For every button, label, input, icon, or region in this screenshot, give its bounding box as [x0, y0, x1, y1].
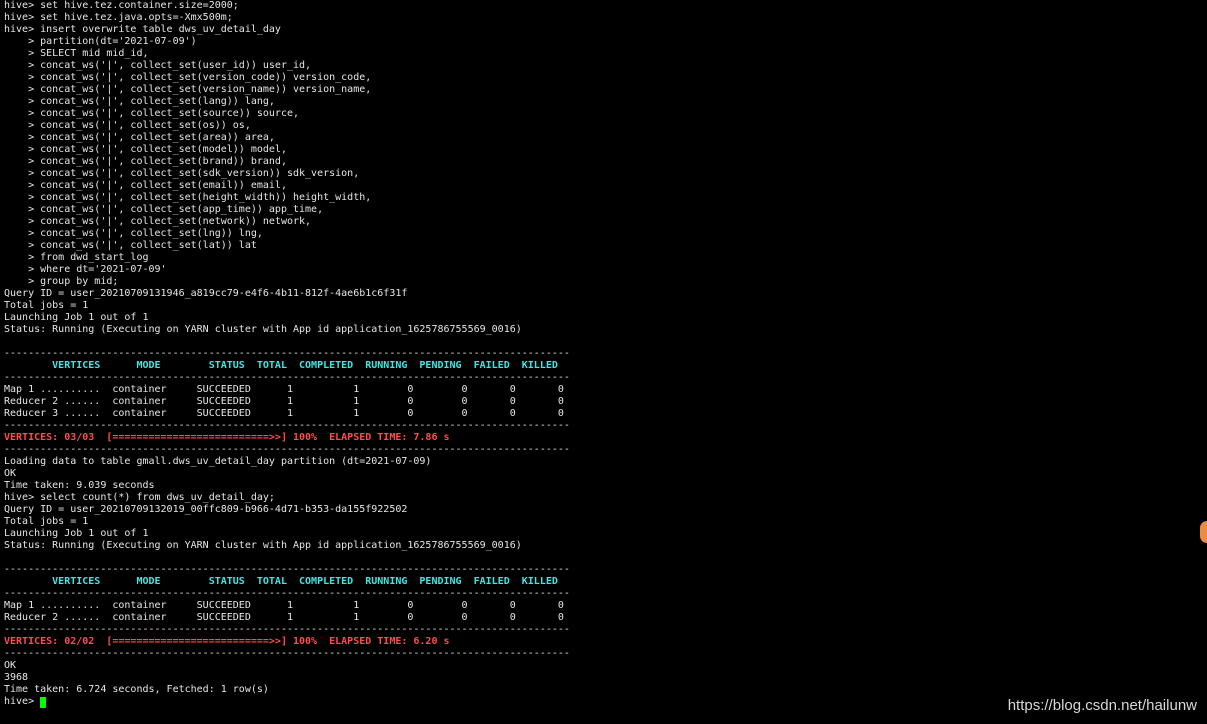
terminal-line: > concat_ws('|', collect_set(area)) area… [4, 132, 275, 143]
terminal-line: > group by mid; [4, 276, 119, 287]
edge-tab-icon [1200, 521, 1207, 543]
terminal-line: > partition(dt='2021-07-09') [4, 36, 197, 47]
terminal-line: > concat_ws('|', collect_set(email)) ema… [4, 180, 287, 191]
terminal-line: OK [4, 660, 17, 671]
terminal-line: ----------------------------------------… [4, 648, 570, 659]
terminal-line: Status: Running (Executing on YARN clust… [4, 324, 522, 335]
cursor-icon [40, 697, 47, 708]
prompt-text: hive> [4, 696, 41, 707]
terminal-line: > concat_ws('|', collect_set(model)) mod… [4, 144, 287, 155]
terminal-line: VERTICES: 03/03 [=======================… [4, 432, 450, 443]
terminal-line: Total jobs = 1 [4, 516, 89, 527]
terminal-line: ----------------------------------------… [4, 624, 570, 635]
terminal-line: ----------------------------------------… [4, 420, 570, 431]
terminal-line: > concat_ws('|', collect_set(lang)) lang… [4, 96, 275, 107]
terminal-line: 3968 [4, 672, 29, 683]
terminal-line: > concat_ws('|', collect_set(app_time)) … [4, 204, 324, 215]
terminal-line: VERTICES MODE STATUS TOTAL COMPLETED RUN… [4, 576, 558, 587]
terminal-line: > concat_ws('|', collect_set(user_id)) u… [4, 60, 312, 71]
terminal-lines: hive> set hive.tez.container.size=2000; h… [4, 0, 1194, 696]
terminal-line: > from dwd_start_log [4, 252, 149, 263]
terminal-line: ----------------------------------------… [4, 564, 570, 575]
terminal-line: Reducer 2 ...... container SUCCEEDED 1 1… [4, 396, 564, 407]
terminal-line: Query ID = user_20210709132019_00ffc809-… [4, 504, 408, 515]
terminal-line: ----------------------------------------… [4, 372, 570, 383]
terminal-line: ----------------------------------------… [4, 444, 570, 455]
terminal-line: Time taken: 6.724 seconds, Fetched: 1 ro… [4, 684, 269, 695]
terminal-line: hive> set hive.tez.container.size=2000; [4, 0, 239, 11]
terminal-line: VERTICES: 02/02 [=======================… [4, 636, 450, 647]
watermark: https://blog.csdn.net/hailunw [1007, 697, 1197, 714]
terminal-line: > concat_ws('|', collect_set(os)) os, [4, 120, 251, 131]
terminal-line: OK [4, 468, 17, 479]
terminal-line: Map 1 .......... container SUCCEEDED 1 1… [4, 384, 564, 395]
terminal-line: Loading data to table gmall.dws_uv_detai… [4, 456, 432, 467]
terminal-line: Launching Job 1 out of 1 [4, 312, 149, 323]
terminal-line: hive> select count(*) from dws_uv_detail… [4, 492, 275, 503]
terminal-line: Reducer 3 ...... container SUCCEEDED 1 1… [4, 408, 564, 419]
terminal-output[interactable]: hive> set hive.tez.container.size=2000; h… [4, 0, 1194, 724]
terminal-line: Total jobs = 1 [4, 300, 89, 311]
terminal-line: > SELECT mid mid_id, [4, 48, 149, 59]
terminal-line: ----------------------------------------… [4, 348, 570, 359]
terminal-line: > concat_ws('|', collect_set(version_cod… [4, 72, 372, 83]
terminal-line: ----------------------------------------… [4, 588, 570, 599]
terminal-line: hive> set hive.tez.java.opts=-Xmx500m; [4, 12, 233, 23]
terminal-line: > concat_ws('|', collect_set(lng)) lng, [4, 228, 263, 239]
terminal-line: Query ID = user_20210709131946_a819cc79-… [4, 288, 408, 299]
terminal-line: Status: Running (Executing on YARN clust… [4, 540, 522, 551]
terminal-line: > where dt='2021-07-09' [4, 264, 167, 275]
terminal-line: > concat_ws('|', collect_set(version_nam… [4, 84, 372, 95]
terminal-line: hive> insert overwrite table dws_uv_deta… [4, 24, 281, 35]
terminal-line: > concat_ws('|', collect_set(brand)) bra… [4, 156, 287, 167]
terminal-line: > concat_ws('|', collect_set(source)) so… [4, 108, 300, 119]
terminal-line: > concat_ws('|', collect_set(height_widt… [4, 192, 372, 203]
terminal-line: Time taken: 9.039 seconds [4, 480, 155, 491]
terminal-line: VERTICES MODE STATUS TOTAL COMPLETED RUN… [4, 360, 558, 371]
terminal-line: > concat_ws('|', collect_set(network)) n… [4, 216, 312, 227]
terminal-line: > concat_ws('|', collect_set(lat)) lat [4, 240, 257, 251]
terminal-line: Reducer 2 ...... container SUCCEEDED 1 1… [4, 612, 564, 623]
terminal-line: > concat_ws('|', collect_set(sdk_version… [4, 168, 360, 179]
terminal-line: Map 1 .......... container SUCCEEDED 1 1… [4, 600, 564, 611]
terminal-line: Launching Job 1 out of 1 [4, 528, 149, 539]
